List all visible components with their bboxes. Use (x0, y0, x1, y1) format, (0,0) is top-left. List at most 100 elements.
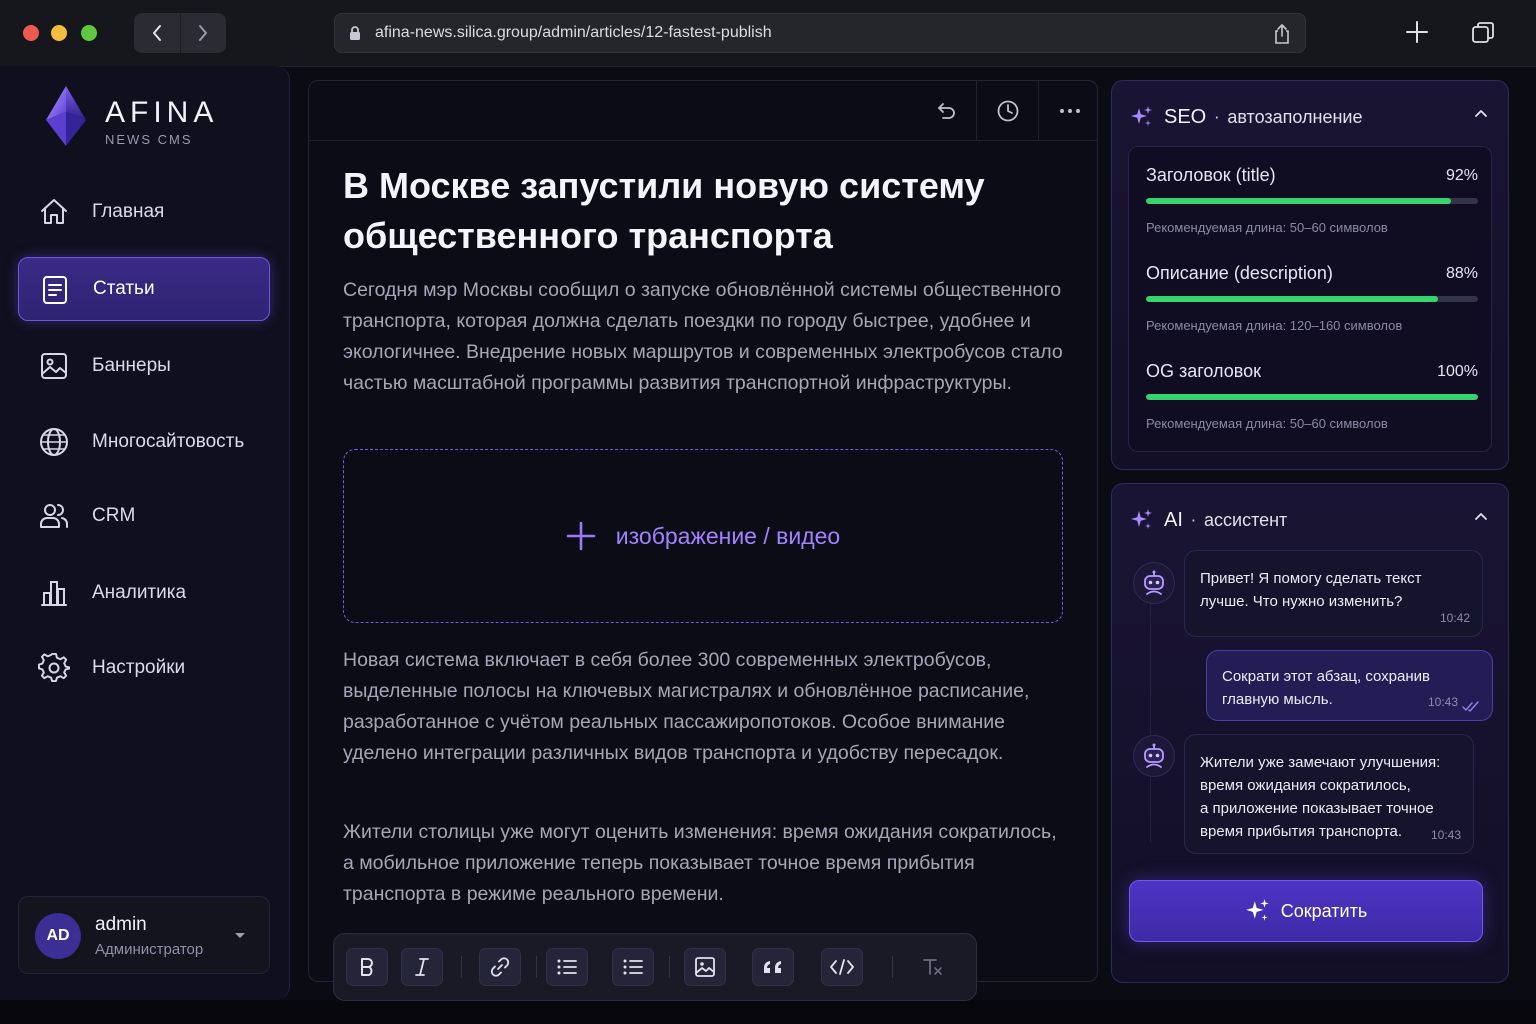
shorten-button[interactable]: Сократить (1129, 880, 1483, 942)
user-name: admin (95, 914, 147, 935)
article-paragraph[interactable]: Сегодня мэр Москвы сообщил о запуске обн… (343, 275, 1063, 399)
metric-hint: Рекомендуемая длина: 50–60 символов (1146, 220, 1388, 235)
sidebar-item-label: Баннеры (92, 355, 171, 376)
message-text: Жители уже замечают улучшения: время ожи… (1200, 754, 1441, 840)
new-tab-icon[interactable] (1404, 19, 1430, 45)
editor-top-bar (309, 81, 1097, 141)
sidebar-item-label: Аналитика (92, 582, 187, 603)
progress-fill (1146, 198, 1452, 204)
read-checkmarks-icon (1462, 701, 1479, 712)
address-bar[interactable]: afina-news.silica.group/admin/articles/1… (334, 13, 1306, 53)
metric-percent: 88% (1445, 265, 1478, 282)
seo-panel-header[interactable]: SEO · автозаполнение (1130, 99, 1362, 135)
more-button[interactable] (1039, 81, 1097, 141)
brand-subtitle: NEWS CMS (105, 132, 193, 147)
link-icon (490, 957, 510, 977)
media-upload-dropzone[interactable]: изображение / видео (343, 449, 1063, 623)
message-text: Сократи этот абзац, сохранив главную мыс… (1222, 668, 1430, 708)
progress-track (1146, 394, 1478, 400)
users-icon (40, 504, 69, 528)
article-paragraph[interactable]: Жители столицы уже могут оценить изменен… (343, 817, 1063, 910)
progress-track (1146, 296, 1478, 302)
metric-hint: Рекомендуемая длина: 120–160 символов (1146, 318, 1403, 333)
home-icon (41, 199, 67, 224)
afina-logo-icon (46, 86, 86, 146)
document-icon (43, 276, 67, 304)
back-button[interactable] (134, 13, 181, 53)
chat-thread-line (1150, 602, 1151, 842)
plus-icon (566, 521, 596, 551)
maximize-window-button[interactable] (81, 25, 97, 41)
ai-panel-header[interactable]: AI · ассистент (1130, 502, 1287, 538)
bulleted-list-button[interactable] (546, 948, 588, 986)
chevron-up-icon[interactable] (1474, 109, 1488, 118)
bold-icon (361, 958, 373, 976)
insert-image-button[interactable] (684, 948, 726, 986)
gear-icon (38, 652, 70, 683)
chat-message-bot: Привет! Я помогу сделать текст лучше. Чт… (1184, 550, 1483, 637)
ai-panel-subtitle: ассистент (1204, 509, 1288, 530)
article-title[interactable]: В Москве запустили новую систему обществ… (343, 161, 1063, 261)
brand-name: AFINA (105, 96, 219, 129)
sparkle-icon (1245, 899, 1269, 921)
close-window-button[interactable] (23, 25, 39, 41)
metric-percent: 100% (1437, 363, 1478, 380)
tab-overview-icon[interactable] (1470, 20, 1496, 46)
user-menu[interactable]: AD admin Администратор (18, 896, 270, 974)
separator-dot: · (1190, 510, 1196, 530)
window-bottom (0, 1000, 1536, 1024)
sparkle-icon (1131, 509, 1152, 529)
seo-panel: SEO · автозаполнение Заголовок (title) 9… (1111, 80, 1509, 470)
forward-button[interactable] (181, 13, 227, 53)
sidebar-item-home[interactable]: Главная (18, 180, 270, 244)
sidebar-item-banners[interactable]: Баннеры (18, 334, 270, 398)
chat-message-bot: Жители уже замечают улучшения: время ожи… (1184, 734, 1474, 854)
sidebar-item-multisite[interactable]: Многосайтовость (18, 410, 270, 474)
numbered-list-button[interactable] (612, 948, 654, 986)
code-button[interactable] (821, 948, 863, 986)
code-icon (830, 959, 854, 975)
seo-panel-title: SEO (1164, 105, 1207, 128)
message-time: 10:43 (1427, 695, 1458, 709)
metric-name: Описание (description) (1146, 263, 1333, 283)
sidebar-item-label: Многосайтовость (92, 431, 245, 452)
message-time: 10:42 (1439, 611, 1470, 625)
media-upload-label: изображение / видео (615, 522, 841, 549)
sidebar-item-analytics[interactable]: Аналитика (18, 561, 270, 625)
user-role: Администратор (95, 941, 204, 958)
clear-format-icon (923, 959, 942, 975)
undo-button[interactable] (915, 81, 977, 141)
image-icon (41, 353, 67, 379)
progress-track (1146, 198, 1478, 204)
globe-icon (40, 428, 68, 456)
sidebar-item-label: Главная (92, 201, 165, 222)
sidebar-item-settings[interactable]: Настройки (18, 636, 270, 700)
history-button[interactable] (977, 81, 1039, 141)
sidebar-item-articles[interactable]: Статьи (18, 257, 270, 321)
chevron-up-icon[interactable] (1474, 512, 1488, 521)
insert-image-icon (695, 957, 715, 977)
more-icon (1060, 109, 1080, 113)
seo-panel-subtitle: автозаполнение (1227, 106, 1363, 127)
bulleted-list-icon (557, 959, 577, 975)
chevron-left-icon (152, 25, 161, 41)
separator-dot: · (1214, 107, 1220, 127)
minimize-window-button[interactable] (51, 25, 67, 41)
share-icon[interactable] (1273, 23, 1291, 45)
robot-icon (1144, 743, 1164, 768)
history-nav (134, 13, 226, 53)
metric-percent: 92% (1445, 167, 1478, 184)
bot-avatar (1133, 735, 1175, 777)
italic-button[interactable] (401, 948, 443, 986)
bot-avatar (1133, 562, 1175, 604)
quote-button[interactable] (752, 948, 794, 986)
chevron-right-icon (199, 25, 208, 41)
article-paragraph[interactable]: Новая система включает в себя более 300 … (343, 645, 1063, 769)
link-button[interactable] (479, 948, 521, 986)
sidebar-item-crm[interactable]: CRM (18, 484, 270, 548)
sparkle-icon (1131, 106, 1152, 126)
clear-format-button[interactable] (912, 948, 954, 986)
url-text: afina-news.silica.group/admin/articles/1… (375, 24, 772, 41)
bold-button[interactable] (346, 948, 388, 986)
ai-panel-title: AI (1164, 508, 1183, 531)
